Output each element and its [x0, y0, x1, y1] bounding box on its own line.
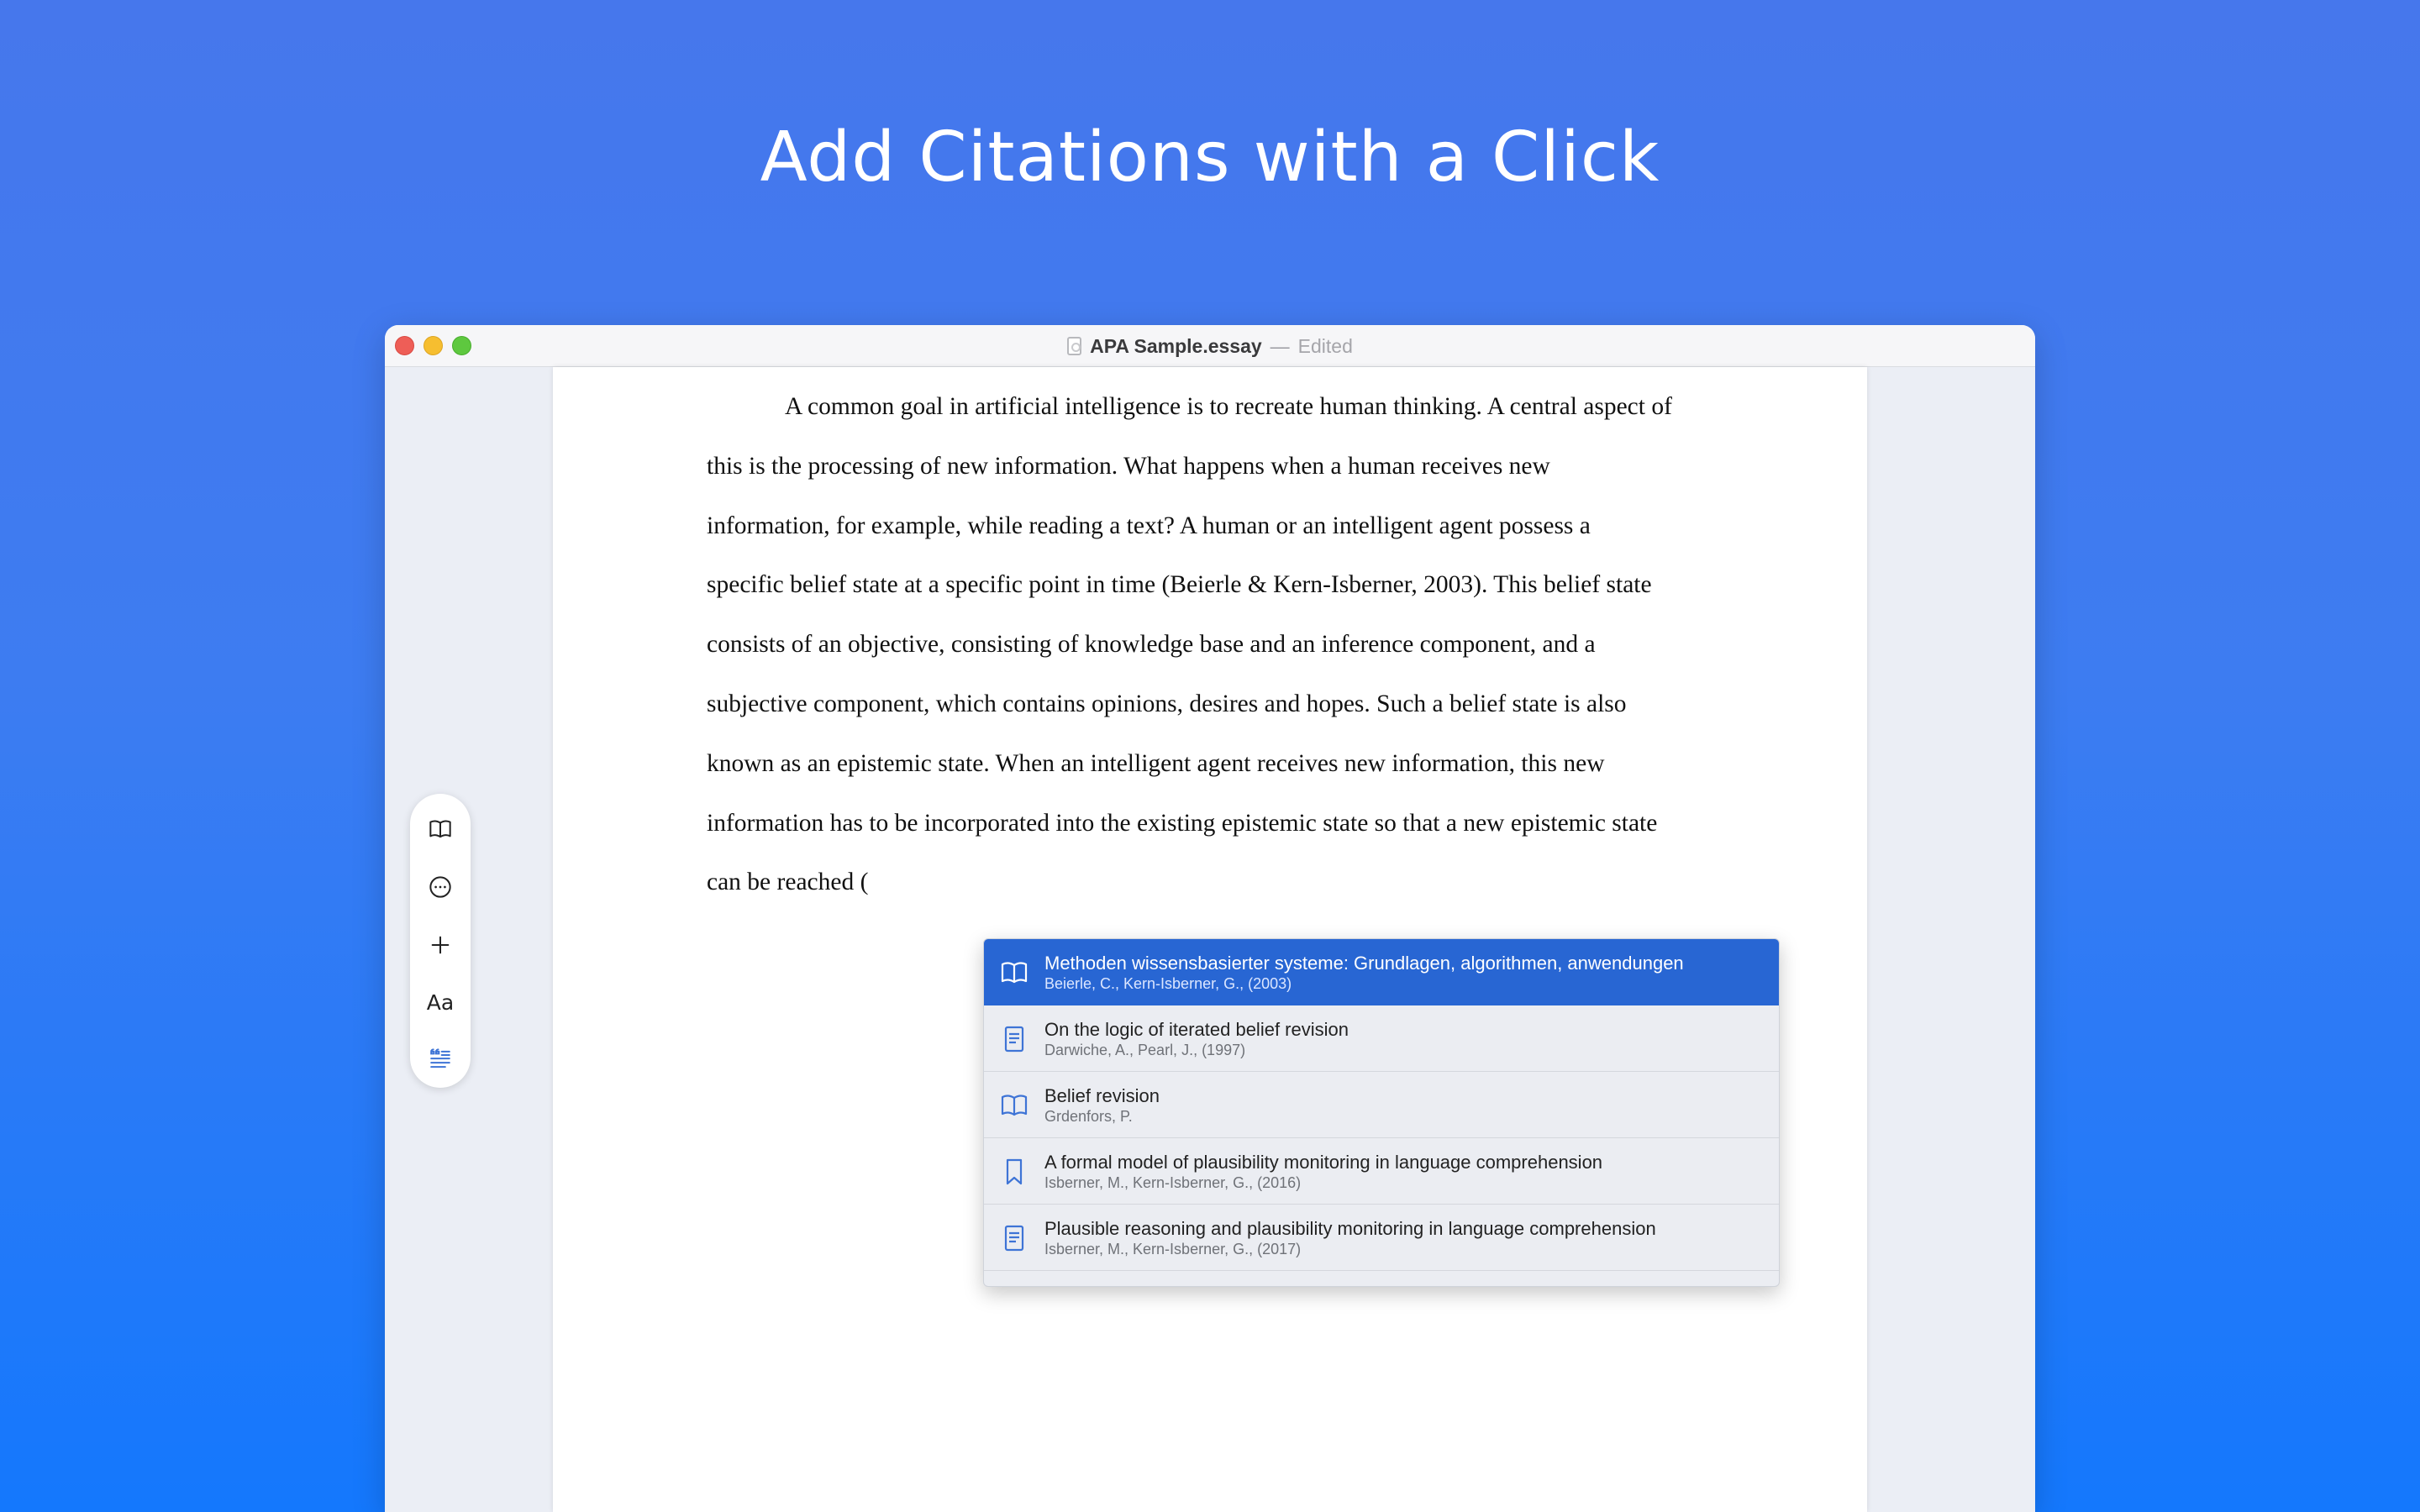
- insert-citation-button[interactable]: [424, 1042, 457, 1076]
- essay-line[interactable]: can be reached (: [707, 853, 1732, 912]
- window-title: APA Sample.essay — Edited: [385, 325, 2035, 367]
- more-options-button[interactable]: [424, 870, 457, 904]
- citation-authors: Isberner, M., Kern-Isberner, G., (2016): [1044, 1174, 1302, 1191]
- citation-authors: Grdenfors, P.: [1044, 1108, 1133, 1125]
- essay-body[interactable]: A common goal in artificial intelligence…: [707, 377, 1732, 912]
- citation-title: A formal model of plausibility monitorin…: [1044, 1152, 1603, 1173]
- essay-line[interactable]: known as an epistemic state. When an int…: [707, 734, 1732, 794]
- document-icon: [1004, 1225, 1024, 1252]
- citation-item-partial[interactable]: [984, 1271, 1779, 1286]
- citation-title: Methoden wissensbasierter systeme: Grund…: [1044, 953, 1684, 974]
- citation-icon: [430, 1048, 450, 1068]
- essay-line[interactable]: A common goal in artificial intelligence…: [707, 377, 1732, 437]
- citation-item[interactable]: On the logic of iterated belief revision…: [984, 1005, 1779, 1072]
- essay-line[interactable]: consists of an objective, consisting of …: [707, 615, 1732, 675]
- book-icon: [1001, 1095, 1028, 1116]
- document-name: APA Sample.essay: [1090, 334, 1262, 357]
- essay-line[interactable]: this is the processing of new informatio…: [707, 437, 1732, 496]
- essay-line[interactable]: information, for example, while reading …: [707, 496, 1732, 556]
- edit-status: Edited: [1297, 334, 1353, 357]
- essay-line[interactable]: specific belief state at a specific poin…: [707, 555, 1732, 615]
- library-button[interactable]: [424, 812, 457, 846]
- document-page[interactable]: A common goal in artificial intelligence…: [553, 367, 1867, 1512]
- book-icon: [429, 820, 451, 838]
- more-circle-icon: [429, 876, 451, 898]
- plus-icon: [431, 936, 450, 954]
- headline: Add Citations with a Click: [760, 118, 1660, 197]
- bookmark-icon: [1006, 1158, 1023, 1185]
- app-window: APA Sample.essay — Edited A common goal …: [385, 325, 2035, 1512]
- citation-title: Belief revision: [1044, 1085, 1160, 1106]
- citation-item[interactable]: A formal model of plausibility monitorin…: [984, 1138, 1779, 1205]
- side-toolbar: Aa: [410, 794, 471, 1088]
- document-proxy-icon[interactable]: [1067, 337, 1082, 355]
- book-icon: [1001, 962, 1028, 984]
- citation-title: Plausible reasoning and plausibility mon…: [1044, 1218, 1656, 1239]
- add-button[interactable]: [424, 928, 457, 962]
- title-bar: APA Sample.essay — Edited: [385, 325, 2035, 367]
- essay-line[interactable]: subjective component, which contains opi…: [707, 675, 1732, 734]
- font-icon: Aa: [426, 990, 455, 1015]
- citation-title: On the logic of iterated belief revision: [1044, 1019, 1349, 1040]
- citation-authors: Beierle, C., Kern-Isberner, G., (2003): [1044, 975, 1292, 992]
- document-icon: [1004, 1026, 1024, 1053]
- essay-line[interactable]: information has to be incorporated into …: [707, 794, 1732, 853]
- citation-suggestions-popup: Methoden wissensbasierter systeme: Grund…: [983, 938, 1780, 1287]
- font-button[interactable]: Aa: [424, 985, 457, 1019]
- citation-item[interactable]: Plausible reasoning and plausibility mon…: [984, 1205, 1779, 1271]
- citation-item[interactable]: Belief revision Grdenfors, P.: [984, 1072, 1779, 1138]
- citation-authors: Isberner, M., Kern-Isberner, G., (2017): [1044, 1241, 1302, 1257]
- citation-item[interactable]: Methoden wissensbasierter systeme: Grund…: [984, 939, 1779, 1005]
- title-separator: —: [1270, 334, 1290, 357]
- citation-authors: Darwiche, A., Pearl, J., (1997): [1044, 1042, 1246, 1058]
